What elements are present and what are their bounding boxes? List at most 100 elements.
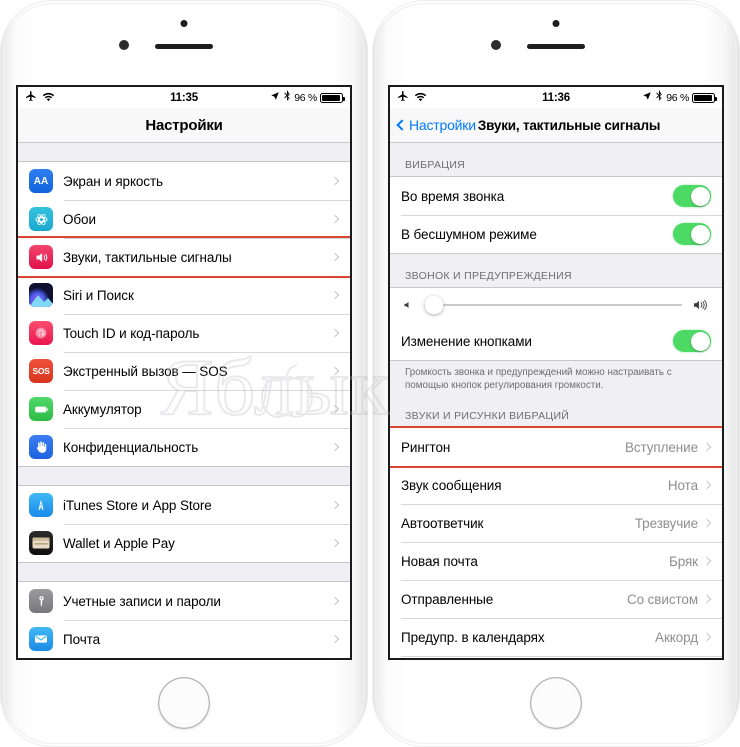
row-label: Учетные записи и пароли [63, 593, 221, 609]
location-arrow-icon [270, 91, 280, 104]
page-title: Настройки [145, 116, 223, 134]
row-label: Во время звонка [401, 188, 505, 204]
row-label: Siri и Поиск [63, 287, 134, 303]
chevron-right-icon [330, 290, 340, 300]
sidebar-item-accounts-passwords[interactable]: Учетные записи и пароли [18, 582, 350, 620]
settings-group-2: iTunes Store и App Store Wallet и Apple … [18, 485, 350, 563]
row-label: Touch ID и код-пароль [63, 325, 200, 341]
left-settings-list: AA Экран и яркость Обои Звуки, тактильны… [18, 143, 350, 660]
home-button[interactable] [530, 677, 582, 729]
row-label: Изменение кнопками [401, 333, 532, 349]
speaker-low-icon [402, 299, 414, 311]
bluetooth-icon [655, 90, 663, 105]
sidebar-item-emergency-sos[interactable]: SOS Экстренный вызов — SOS [18, 352, 350, 390]
row-change-with-buttons[interactable]: Изменение кнопками [390, 322, 722, 360]
home-button[interactable] [158, 677, 210, 729]
sidebar-item-privacy[interactable]: Конфиденциальность [18, 428, 350, 466]
mail-icon [29, 627, 53, 651]
app-store-icon [29, 493, 53, 517]
sidebar-item-wallet-apple-pay[interactable]: Wallet и Apple Pay [18, 524, 350, 562]
accounts-passwords-icon [29, 589, 53, 613]
sounds-patterns-group: Рингтон Вступление Звук сообщения Нота А… [390, 426, 722, 658]
settings-group-3: Учетные записи и пароли Почта [18, 581, 350, 660]
row-partial-next[interactable] [390, 656, 722, 658]
sidebar-item-itunes-app-store[interactable]: iTunes Store и App Store [18, 486, 350, 524]
sidebar-item-touch-id-passcode[interactable]: Touch ID и код-пароль [18, 314, 350, 352]
left-phone-screen: 11:35 96 % Настройки AA Экран и яркость … [16, 85, 352, 660]
proximity-sensor-icon [180, 20, 188, 27]
siri-icon [29, 283, 53, 307]
status-right-group: 96 % [642, 90, 717, 105]
section-header-vibration: ВИБРАЦИЯ [390, 143, 722, 176]
wallpaper-icon [29, 207, 53, 231]
row-value: Вступление [624, 439, 698, 455]
volume-slider-track[interactable] [424, 295, 682, 315]
left-status-bar: 11:35 96 % [18, 87, 350, 108]
chevron-right-icon [330, 634, 340, 644]
earpiece-speaker-icon [155, 44, 213, 49]
row-calendar-alerts[interactable]: Предупр. в календарях Аккорд [390, 618, 722, 657]
right-phone-screen: 11:36 96 % Настройки Звуки, тактильные с… [388, 85, 724, 660]
back-button[interactable]: Настройки [396, 117, 476, 133]
sounds-icon [29, 245, 53, 269]
row-message-sound[interactable]: Звук сообщения Нота [390, 466, 722, 505]
chevron-left-icon [396, 119, 408, 131]
row-ringtone[interactable]: Рингтон Вступление [390, 426, 722, 469]
row-label: Звуки, тактильные сигналы [63, 249, 232, 265]
list-spacer [18, 563, 350, 581]
list-spacer [18, 467, 350, 485]
sidebar-item-wallpaper[interactable]: Обои [18, 200, 350, 238]
sidebar-item-battery[interactable]: Аккумулятор [18, 390, 350, 428]
front-camera-icon [491, 40, 501, 50]
volume-slider-knob[interactable] [424, 295, 444, 315]
sidebar-item-display-brightness[interactable]: AA Экран и яркость [18, 162, 350, 200]
toggle-vibrate-on-silent[interactable] [673, 223, 711, 245]
front-camera-icon [119, 40, 129, 50]
sidebar-item-sounds-haptics[interactable]: Звуки, тактильные сигналы [18, 236, 350, 278]
earpiece-speaker-icon [527, 44, 585, 49]
vibration-group: Во время звонка В бесшумном режиме [390, 176, 722, 254]
right-nav-bar: Настройки Звуки, тактильные сигналы [390, 108, 722, 143]
row-voicemail[interactable]: Автоответчик Трезвучие [390, 504, 722, 543]
sidebar-item-contacts[interactable]: Контакты [18, 658, 350, 660]
touch-id-icon [29, 321, 53, 345]
page-title: Звуки, тактильные сигналы [477, 117, 661, 133]
chevron-right-icon [702, 557, 712, 566]
privacy-icon [29, 435, 53, 459]
row-new-mail[interactable]: Новая почта Бряк [390, 542, 722, 581]
row-vibrate-on-silent[interactable]: В бесшумном режиме [390, 215, 722, 253]
ringer-alerts-group: Изменение кнопками [390, 287, 722, 361]
list-spacer [18, 143, 350, 161]
row-vibrate-on-ring[interactable]: Во время звонка [390, 177, 722, 215]
row-label: Wallet и Apple Pay [63, 535, 175, 551]
volume-slider-row[interactable] [390, 288, 722, 322]
row-label: Автоответчик [401, 515, 484, 531]
chevron-right-icon [330, 404, 340, 414]
bluetooth-icon [283, 90, 291, 105]
chevron-right-icon [330, 596, 340, 606]
chevron-right-icon [330, 328, 340, 338]
chevron-right-icon [330, 176, 340, 186]
chevron-right-icon [702, 443, 712, 452]
section-header-ringer-alerts: ЗВОНОК И ПРЕДУПРЕЖДЕНИЯ [390, 254, 722, 287]
left-phone-device: 11:35 96 % Настройки AA Экран и яркость … [0, 0, 368, 747]
row-sent-mail[interactable]: Отправленные Со свистом [390, 580, 722, 619]
row-value: Трезвучие [634, 515, 698, 531]
sidebar-item-mail[interactable]: Почта [18, 620, 350, 658]
sidebar-item-siri-search[interactable]: Siri и Поиск [18, 276, 350, 314]
right-status-bar: 11:36 96 % [390, 87, 722, 108]
screenshot-stage: 11:35 96 % Настройки AA Экран и яркость … [0, 0, 740, 747]
toggle-vibrate-on-ring[interactable] [673, 185, 711, 207]
battery-icon [320, 92, 345, 103]
toggle-change-with-buttons[interactable] [673, 330, 711, 352]
chevron-right-icon [330, 442, 340, 452]
row-value: Нота [667, 477, 698, 493]
back-button-label: Настройки [409, 117, 476, 133]
chevron-right-icon [330, 366, 340, 376]
wallet-icon [29, 531, 53, 555]
chevron-right-icon [702, 633, 712, 642]
battery-percent-label: 96 % [294, 91, 317, 104]
sounds-settings-list: ВИБРАЦИЯ Во время звонка В бесшумном реж… [390, 143, 722, 658]
location-arrow-icon [642, 91, 652, 104]
chevron-right-icon [330, 538, 340, 548]
